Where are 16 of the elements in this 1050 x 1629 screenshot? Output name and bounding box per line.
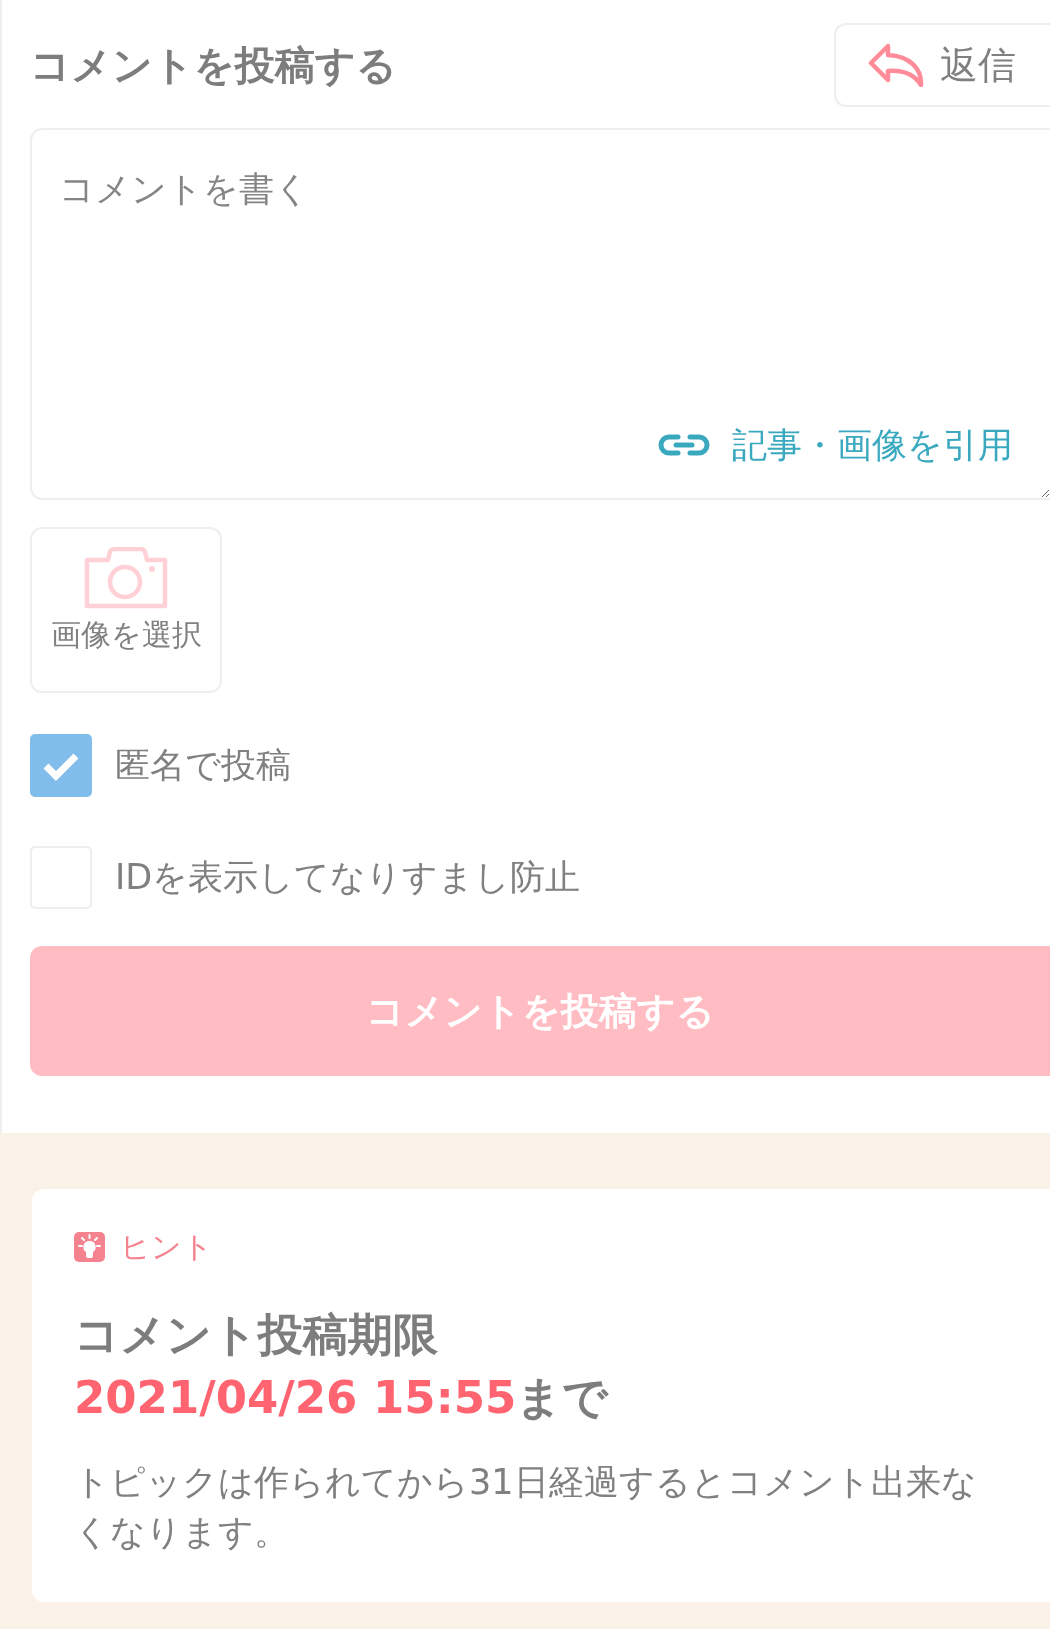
deadline-suffix: まで [516, 1371, 609, 1424]
checkbox-label[interactable]: IDを表示してなりすまし防止 [115, 854, 581, 901]
reply-arrow-icon [868, 43, 924, 87]
checkbox[interactable] [30, 734, 92, 797]
camera-icon [84, 547, 168, 609]
select-image-button[interactable]: 画像を選択 [30, 527, 222, 693]
section-title: コメントを投稿する [30, 41, 397, 89]
link-icon [658, 433, 710, 456]
reply-button[interactable]: 返信 [834, 23, 1050, 107]
quote-link[interactable]: 記事・画像を引用 [658, 418, 1013, 471]
deadline-date: 2021/04/26 15:55 [74, 1371, 517, 1424]
lightbulb-icon [74, 1232, 105, 1262]
hint-note: トピックは作られてから31日経過するとコメント出来なくなります。 [74, 1461, 978, 1554]
hint-label: ヒント [120, 1232, 213, 1262]
checkbox-label[interactable]: 匿名で投稿 [115, 742, 291, 789]
hint-title: コメント投稿期限 [74, 1307, 439, 1363]
